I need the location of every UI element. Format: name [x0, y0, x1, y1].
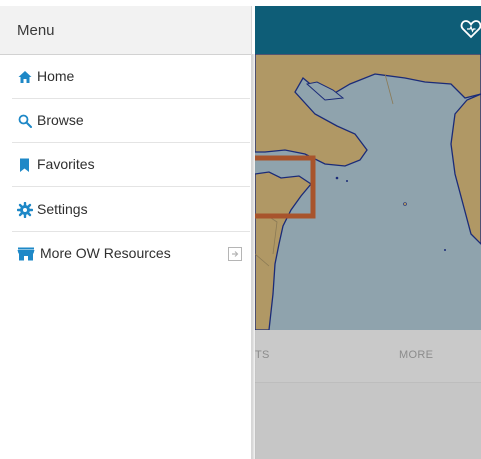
menu-item-settings[interactable]: Settings — [0, 188, 250, 232]
content-area — [255, 383, 481, 459]
menu-item-more-ow-resources[interactable]: More OW Resources — [0, 232, 250, 276]
menu-item-home[interactable]: Home — [0, 55, 250, 99]
divider — [12, 186, 250, 187]
search-icon — [18, 114, 32, 128]
drawer-header: Menu — [0, 6, 251, 55]
bottom-tab-bar: TS MORE — [255, 330, 481, 383]
menu-item-label: More OW Resources — [40, 245, 171, 261]
drawer-title: Menu — [17, 22, 55, 39]
navigation-drawer: Menu Home Browse Favorites Settings More… — [0, 6, 252, 459]
external-link-icon — [228, 247, 242, 261]
bookmark-icon — [20, 158, 29, 172]
menu-item-favorites[interactable]: Favorites — [0, 143, 250, 187]
store-icon — [17, 247, 35, 261]
tab-more[interactable]: MORE — [399, 349, 433, 361]
menu-item-label: Browse — [37, 112, 84, 128]
menu-item-label: Favorites — [37, 156, 95, 172]
menu-item-browse[interactable]: Browse — [0, 99, 250, 143]
region-map[interactable] — [255, 54, 481, 330]
map-graphic — [255, 54, 481, 330]
menu-item-label: Settings — [37, 201, 88, 217]
gear-icon — [17, 202, 33, 218]
app-header — [255, 6, 481, 54]
favorite-heart-icon[interactable] — [460, 18, 481, 40]
menu-item-label: Home — [37, 68, 75, 84]
home-icon — [18, 71, 32, 83]
tab-partial[interactable]: TS — [255, 349, 270, 361]
